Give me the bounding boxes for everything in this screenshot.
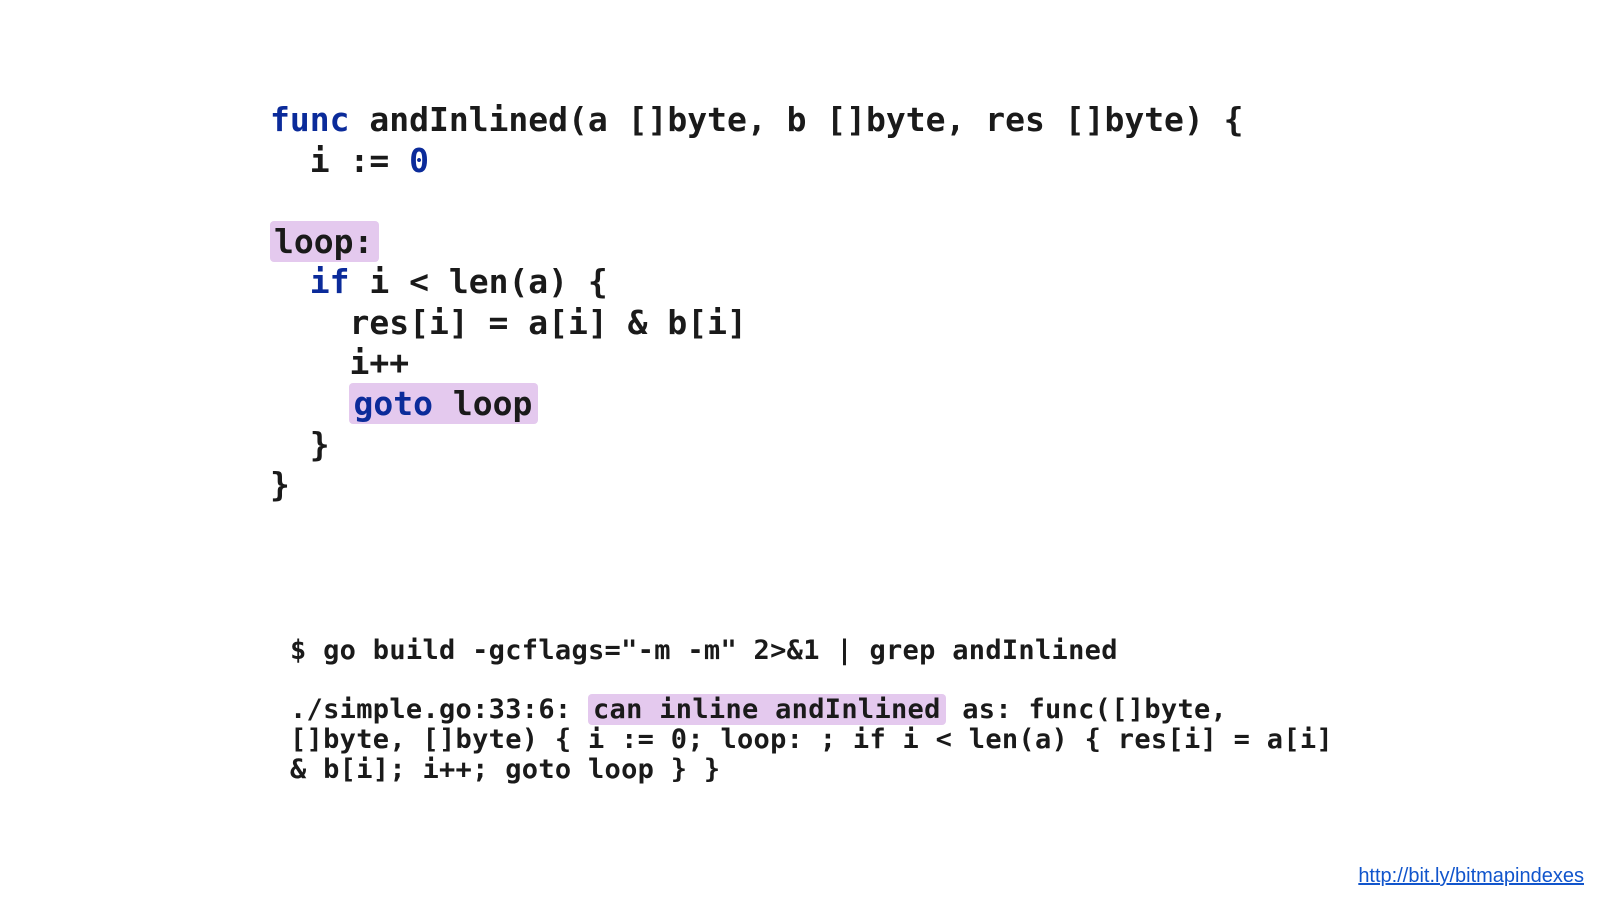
terminal-output-pre: ./simple.go:33:6: xyxy=(290,694,588,725)
terminal-block: $ go build -gcflags="-m -m" 2>&1 | grep … xyxy=(290,636,1340,784)
code-text: res[i] = a[i] & b[i] xyxy=(270,303,747,342)
literal-zero: 0 xyxy=(409,141,429,180)
keyword-func: func xyxy=(270,100,349,139)
footer-link[interactable]: http://bit.ly/bitmapindexes xyxy=(1358,865,1584,888)
terminal-command: $ go build -gcflags="-m -m" 2>&1 | grep … xyxy=(290,635,1118,666)
highlight-loop-label: loop: xyxy=(270,221,379,262)
slide: func andInlined(a []byte, b []byte, res … xyxy=(0,0,1600,900)
code-text: andInlined(a []byte, b []byte, res []byt… xyxy=(349,100,1243,139)
code-text xyxy=(270,384,349,423)
code-text: i < len(a) { xyxy=(350,262,608,301)
keyword-if: if xyxy=(310,262,350,301)
code-text: i := xyxy=(270,141,409,180)
code-text: } xyxy=(270,425,330,464)
code-text: } xyxy=(270,465,290,504)
code-text xyxy=(270,262,310,301)
code-text: i++ xyxy=(270,343,409,382)
code-block: func andInlined(a []byte, b []byte, res … xyxy=(270,100,1244,506)
code-text: loop xyxy=(433,384,532,423)
highlight-goto-loop: goto loop xyxy=(349,383,538,424)
highlight-can-inline: can inline andInlined xyxy=(588,694,946,725)
keyword-goto: goto xyxy=(353,384,432,423)
